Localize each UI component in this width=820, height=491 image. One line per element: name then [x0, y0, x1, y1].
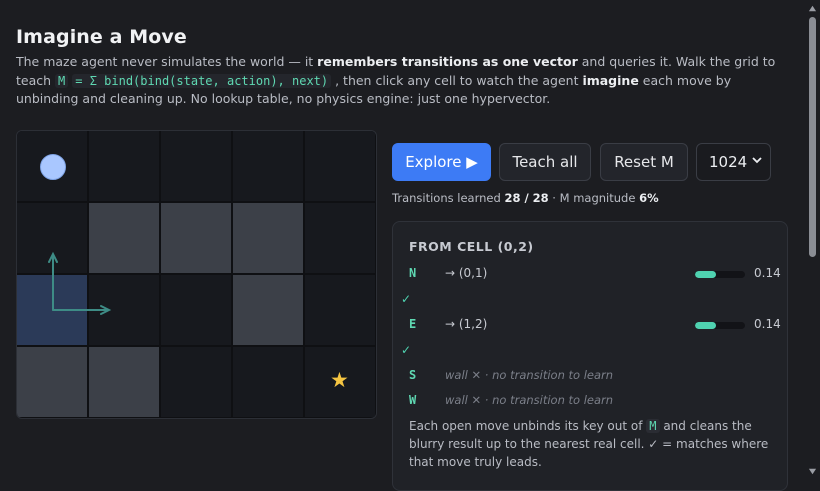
- grid-cell[interactable]: [17, 275, 87, 345]
- grid-cell-wall[interactable]: [89, 203, 159, 273]
- grid-cell[interactable]: [161, 347, 231, 417]
- scroll-up-icon[interactable]: [808, 4, 817, 13]
- grid-cell[interactable]: [233, 347, 303, 417]
- move-row-south: S wall ✕ · no transition to learn: [409, 368, 779, 388]
- reset-m-button[interactable]: Reset M: [600, 143, 688, 181]
- grid-cell-wall[interactable]: [17, 347, 87, 417]
- grid-cell-wall[interactable]: [233, 275, 303, 345]
- scrollbar-thumb[interactable]: [809, 17, 816, 257]
- similarity-value: 0.14: [754, 266, 781, 280]
- grid-cell[interactable]: [161, 131, 231, 201]
- grid-cell[interactable]: [305, 275, 375, 345]
- transitions-stats: Transitions learned 28 / 28 · M magnitud…: [392, 191, 659, 205]
- grid-cell-wall[interactable]: [89, 347, 159, 417]
- move-target: → (1,2): [445, 317, 488, 331]
- move-direction: E: [409, 317, 417, 331]
- grid-cell[interactable]: [161, 275, 231, 345]
- move-direction: W: [409, 393, 417, 407]
- move-row-north: N → (0,1) 0.14: [409, 266, 781, 286]
- explore-button[interactable]: Explore ▶: [392, 143, 491, 181]
- move-direction: N: [409, 266, 417, 280]
- similarity-bar: [695, 271, 745, 278]
- move-row-east: E → (1,2) 0.14: [409, 317, 781, 337]
- match-check-icon: ✓: [401, 343, 412, 357]
- imagine-panel: FROM CELL (0,2) N → (0,1) 0.14 ✓ E → (1,…: [392, 221, 788, 491]
- wall-note: wall ✕ · no transition to learn: [445, 368, 614, 382]
- match-check-icon: ✓: [401, 292, 412, 306]
- grid-cell[interactable]: [305, 131, 375, 201]
- agent-marker: [40, 154, 66, 180]
- grid-cell-wall[interactable]: [161, 203, 231, 273]
- grid-cell[interactable]: [17, 203, 87, 273]
- move-direction: S: [409, 368, 417, 382]
- wall-note: wall ✕ · no transition to learn: [445, 393, 614, 407]
- grid-cell[interactable]: [89, 131, 159, 201]
- grid-cell[interactable]: [233, 131, 303, 201]
- page-scrollbar[interactable]: [805, 0, 820, 480]
- similarity-bar: [695, 322, 745, 329]
- similarity-value: 0.14: [754, 317, 781, 331]
- dimension-value: 1024: [709, 153, 748, 171]
- intro-text: The maze agent never simulates the world…: [16, 54, 776, 106]
- scroll-down-icon[interactable]: [808, 467, 817, 476]
- move-target: → (0,1): [445, 266, 488, 280]
- teach-all-button[interactable]: Teach all: [499, 143, 591, 181]
- panel-heading: FROM CELL (0,2): [409, 239, 534, 254]
- grid-cell-wall[interactable]: [233, 203, 303, 273]
- star-icon: ★: [330, 368, 349, 392]
- grid-cell[interactable]: [305, 203, 375, 273]
- page-title: Imagine a Move: [16, 26, 187, 48]
- chevron-down-icon: [752, 157, 762, 164]
- maze-grid[interactable]: ★: [16, 130, 377, 419]
- grid-cell[interactable]: [89, 275, 159, 345]
- panel-note: Each open move unbinds its key out of M …: [409, 419, 769, 469]
- move-row-west: W wall ✕ · no transition to learn: [409, 393, 779, 413]
- dimension-select[interactable]: 1024: [696, 143, 771, 181]
